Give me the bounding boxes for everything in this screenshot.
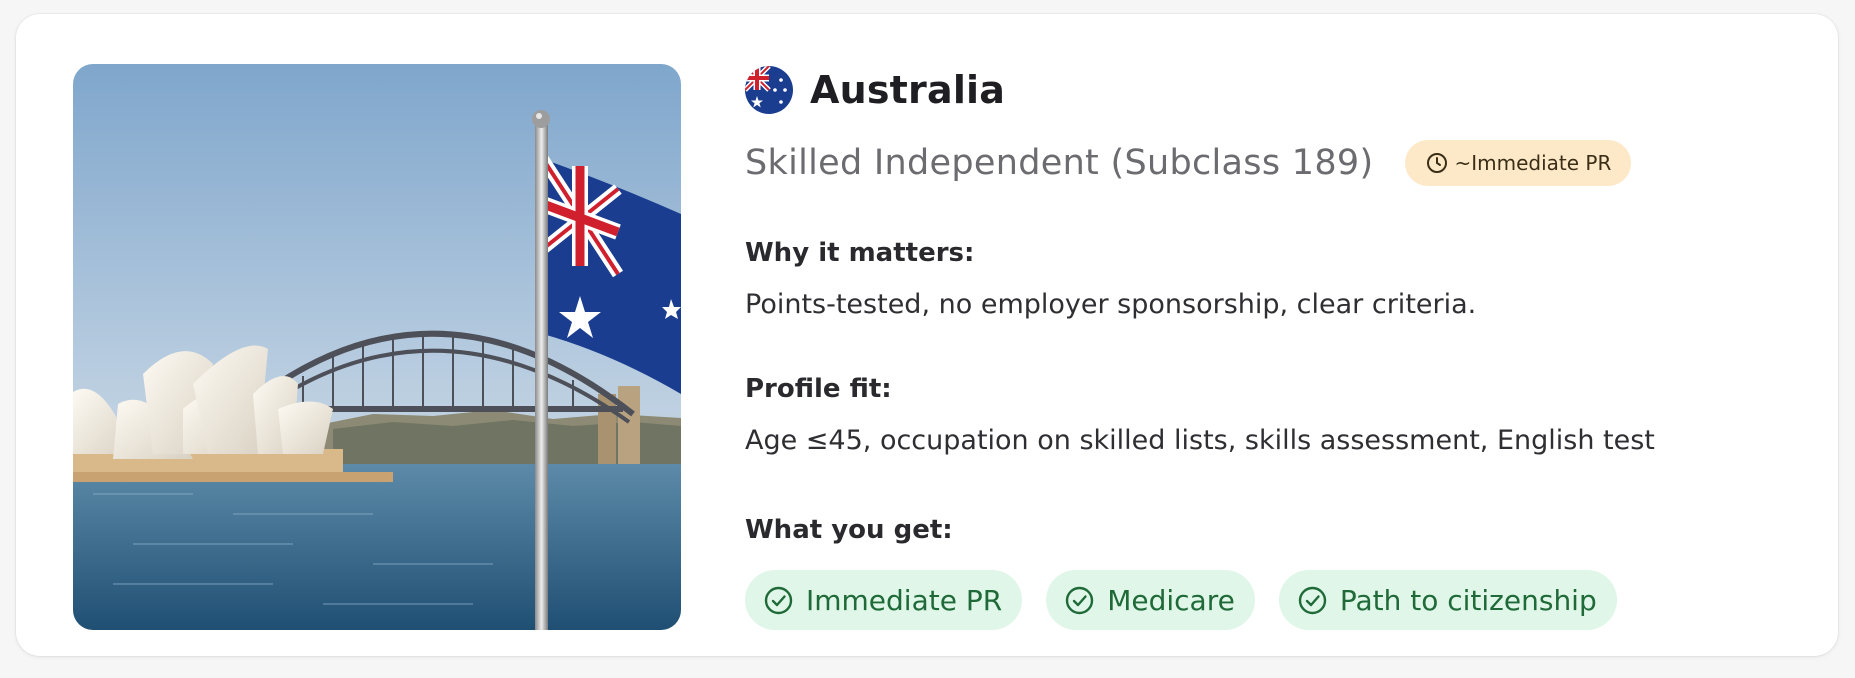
check-circle-icon [1297, 585, 1328, 616]
why-it-matters-text: Points-tested, no employer sponsorship, … [745, 289, 1477, 320]
clock-icon [1425, 151, 1449, 175]
title-row: Australia [745, 64, 1798, 116]
benefit-label: Medicare [1107, 583, 1235, 617]
australia-flag-icon [745, 66, 793, 114]
benefit-label: Path to citizenship [1339, 583, 1597, 617]
profile-fit-label: Profile fit: [745, 374, 892, 404]
country-title: Australia [810, 68, 1006, 112]
benefits-list: Immediate PR Medicare Path to citizenshi… [745, 570, 1617, 630]
visa-card: Australia Skilled Independent (Subclass … [16, 14, 1838, 656]
sydney-harbour-photo [73, 64, 681, 630]
check-circle-icon [1064, 585, 1095, 616]
timeline-badge: ~Immediate PR [1405, 140, 1632, 186]
what-you-get-label: What you get: [745, 515, 953, 545]
timeline-badge-label: ~Immediate PR [1454, 151, 1612, 175]
visa-row: Skilled Independent (Subclass 189) ~Imme… [745, 138, 1798, 188]
benefit-label: Immediate PR [806, 583, 1003, 617]
visa-name: Skilled Independent (Subclass 189) [745, 143, 1374, 183]
benefit-chip-path-to-citizenship: Path to citizenship [1278, 570, 1617, 630]
benefit-chip-medicare: Medicare [1046, 570, 1255, 630]
benefit-chip-immediate-pr: Immediate PR [745, 570, 1023, 630]
why-it-matters-label: Why it matters: [745, 238, 975, 268]
profile-fit-text: Age ≤45, occupation on skilled lists, sk… [745, 425, 1655, 456]
check-circle-icon [763, 585, 794, 616]
visa-details: Australia Skilled Independent (Subclass … [745, 64, 1798, 630]
